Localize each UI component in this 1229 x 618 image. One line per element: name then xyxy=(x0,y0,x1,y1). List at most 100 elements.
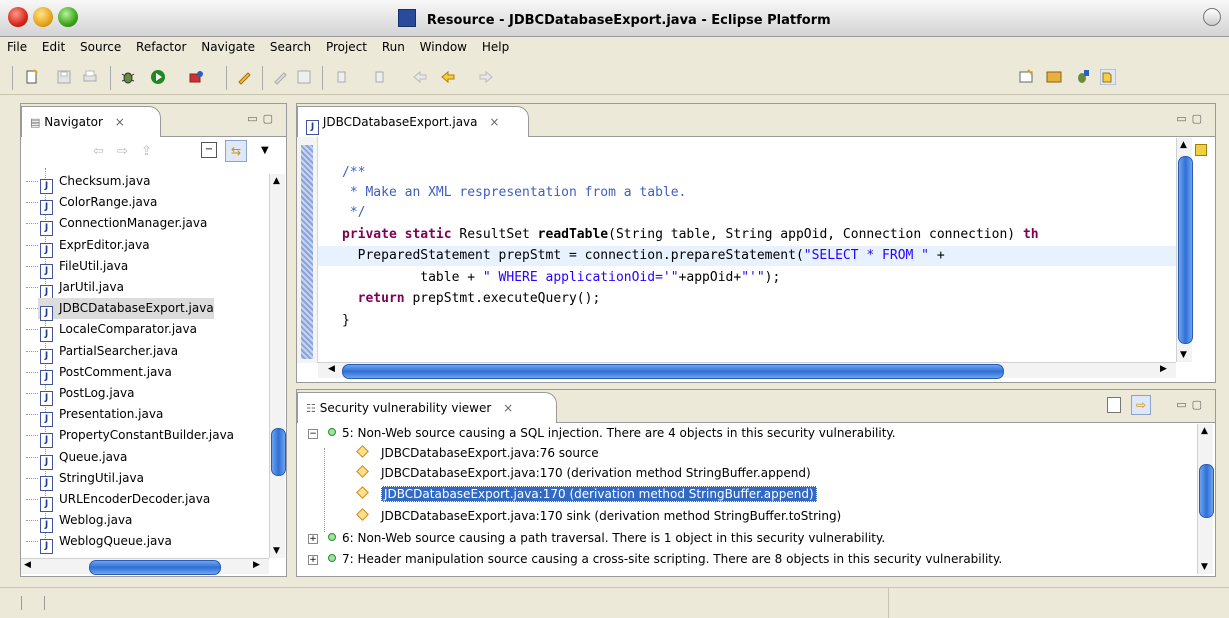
cvs-perspective-icon[interactable] xyxy=(1046,69,1062,85)
scroll-thumb[interactable] xyxy=(271,428,286,476)
up-folder-icon[interactable]: ⇪ xyxy=(141,144,152,159)
navigator-file-item[interactable]: J FileUtil.java xyxy=(26,256,128,279)
vuln-group-item[interactable]: +6: Non-Web source causing a path traver… xyxy=(308,528,885,549)
scroll-down-icon[interactable]: ▼ xyxy=(273,546,280,556)
forward-arrow-icon[interactable]: ⇨ xyxy=(117,144,128,159)
navigator-file-item[interactable]: J Weblog.java xyxy=(26,510,132,534)
link-with-editor-icon[interactable]: ⇆ xyxy=(225,140,247,162)
navigator-file-item[interactable]: J PostComment.java xyxy=(26,362,172,385)
navigator-file-item[interactable]: J PartialSearcher.java xyxy=(26,341,178,364)
editor-hscrollbar[interactable]: ◀ ▶ xyxy=(318,362,1176,379)
menu-file[interactable]: File xyxy=(0,37,31,54)
vuln-trace-item[interactable]: JDBCDatabaseExport.java:170 (derivation … xyxy=(356,484,817,505)
vuln-trace-item[interactable]: JDBCDatabaseExport.java:170 sink (deriva… xyxy=(356,506,841,527)
scroll-thumb[interactable] xyxy=(89,560,221,575)
close-icon[interactable]: × xyxy=(115,115,125,129)
forward-icon[interactable] xyxy=(478,69,494,85)
code-line[interactable]: /** xyxy=(342,163,365,183)
open-perspective-icon[interactable] xyxy=(1018,69,1034,85)
menu-run[interactable]: Run xyxy=(375,37,409,54)
back-history-icon[interactable] xyxy=(412,69,428,85)
scroll-down-icon[interactable]: ▼ xyxy=(1180,350,1187,360)
scroll-up-icon[interactable]: ▲ xyxy=(1201,426,1208,436)
expand-icon[interactable]: + xyxy=(308,555,318,565)
debug-perspective-icon[interactable] xyxy=(1074,69,1090,85)
navigator-file-item[interactable]: J Checksum.java xyxy=(26,171,150,194)
navigator-file-item[interactable]: J URLEncoderDecoder.java xyxy=(26,489,210,512)
scroll-right-icon[interactable]: ▶ xyxy=(1160,364,1167,374)
menu-project[interactable]: Project xyxy=(319,37,371,54)
scroll-down-icon[interactable]: ▼ xyxy=(1201,562,1208,572)
editor-vscrollbar[interactable]: ▲ ▼ xyxy=(1176,138,1193,362)
navigator-file-item[interactable]: J ColorRange.java xyxy=(26,192,157,216)
debug-icon[interactable] xyxy=(120,69,136,85)
close-icon[interactable]: × xyxy=(503,401,513,415)
open-type-icon[interactable] xyxy=(236,69,252,85)
vuln-trace-item[interactable]: JDBCDatabaseExport.java:170 (derivation … xyxy=(356,463,811,484)
navigator-file-item[interactable]: J ExprEditor.java xyxy=(26,235,150,258)
navigator-file-item[interactable]: J Presentation.java xyxy=(26,404,163,428)
scroll-left-icon[interactable]: ◀ xyxy=(24,560,31,570)
menu-help[interactable]: Help xyxy=(475,37,513,54)
prev-annotation-icon[interactable] xyxy=(372,69,388,85)
minimize-maximize-icon[interactable]: ▭▢ xyxy=(1176,112,1207,125)
code-line[interactable]: table + " WHERE applicationOid='"+appOid… xyxy=(342,268,780,288)
navigator-file-item[interactable]: J JarUtil.java xyxy=(26,277,124,300)
scroll-thumb[interactable] xyxy=(1178,156,1193,344)
code-line[interactable]: PreparedStatement prepStmt = connection.… xyxy=(342,246,945,266)
minimize-maximize-icon[interactable]: ▭▢ xyxy=(247,112,278,125)
code-line[interactable]: */ xyxy=(342,203,366,223)
navigator-vscrollbar[interactable]: ▲ ▼ xyxy=(269,174,286,558)
menu-edit[interactable]: Edit xyxy=(35,37,69,54)
expand-icon[interactable]: + xyxy=(308,534,318,544)
code-line[interactable]: } xyxy=(342,311,350,331)
run-icon[interactable] xyxy=(150,69,166,85)
back-icon[interactable] xyxy=(440,69,456,85)
navigator-file-item[interactable]: J Queue.java xyxy=(26,447,127,470)
menu-window[interactable]: Window xyxy=(413,37,471,54)
resource-perspective-icon[interactable] xyxy=(1100,69,1116,85)
menu-refactor[interactable]: Refactor xyxy=(129,37,190,54)
navigator-file-item[interactable]: J LocaleComparator.java xyxy=(26,319,197,343)
navigator-hscrollbar[interactable]: ◀ ▶ xyxy=(21,558,269,575)
code-line[interactable]: * Make an XML respresentation from a tab… xyxy=(342,183,687,203)
external-tools-icon[interactable] xyxy=(188,69,204,85)
toggle-view-icon[interactable] xyxy=(296,69,312,85)
scroll-up-icon[interactable]: ▲ xyxy=(273,176,280,186)
navigator-file-item[interactable]: J WeblogQueue.java xyxy=(26,531,172,555)
back-arrow-icon[interactable]: ⇦ xyxy=(93,144,104,159)
scroll-left-icon[interactable]: ◀ xyxy=(328,364,335,374)
search-marker-icon[interactable] xyxy=(272,69,288,85)
navigator-file-item[interactable]: J PostLog.java xyxy=(26,383,135,406)
scroll-up-icon[interactable]: ▲ xyxy=(1180,140,1187,150)
scroll-thumb[interactable] xyxy=(342,364,1004,379)
navigator-file-item[interactable]: J StringUtil.java xyxy=(26,468,144,491)
tab-jdbc-editor[interactable]: J JDBCDatabaseExport.java × xyxy=(297,106,529,137)
print-icon[interactable] xyxy=(82,69,98,85)
toolbar-toggle-button[interactable] xyxy=(1203,8,1221,26)
close-icon[interactable]: × xyxy=(489,115,499,129)
save-icon[interactable] xyxy=(56,69,72,85)
navigator-file-item[interactable]: J PropertyConstantBuilder.java xyxy=(26,425,234,449)
menu-navigate[interactable]: Navigate xyxy=(194,37,259,54)
code-line[interactable]: private static ResultSet readTable(Strin… xyxy=(342,225,1039,245)
document-icon[interactable] xyxy=(1107,397,1121,413)
menu-source[interactable]: Source xyxy=(73,37,125,54)
scroll-thumb[interactable] xyxy=(1199,464,1214,518)
view-menu-icon[interactable]: ▼ xyxy=(261,145,269,156)
scroll-right-icon[interactable]: ▶ xyxy=(253,560,260,570)
tab-navigator[interactable]: ▤ Navigator × xyxy=(21,106,161,137)
collapse-icon[interactable]: − xyxy=(308,429,318,439)
vuln-trace-item[interactable]: JDBCDatabaseExport.java:76 source xyxy=(356,443,599,464)
navigator-file-item[interactable]: J ConnectionManager.java xyxy=(26,213,207,237)
overview-ruler-marker[interactable] xyxy=(1195,144,1207,156)
next-annotation-icon[interactable] xyxy=(334,69,350,85)
minimize-maximize-icon[interactable]: ▭▢ xyxy=(1176,398,1207,411)
new-file-icon[interactable] xyxy=(24,69,40,85)
code-line[interactable]: return prepStmt.executeQuery(); xyxy=(342,289,601,309)
vuln-group-item[interactable]: − 5: Non-Web source causing a SQL injecti… xyxy=(308,423,896,444)
navigator-file-item[interactable]: J JDBCDatabaseExport.java xyxy=(26,298,214,322)
menu-search[interactable]: Search xyxy=(263,37,315,54)
collapse-all-icon[interactable]: − xyxy=(201,142,217,158)
vuln-vscrollbar[interactable]: ▲ ▼ xyxy=(1197,424,1214,574)
